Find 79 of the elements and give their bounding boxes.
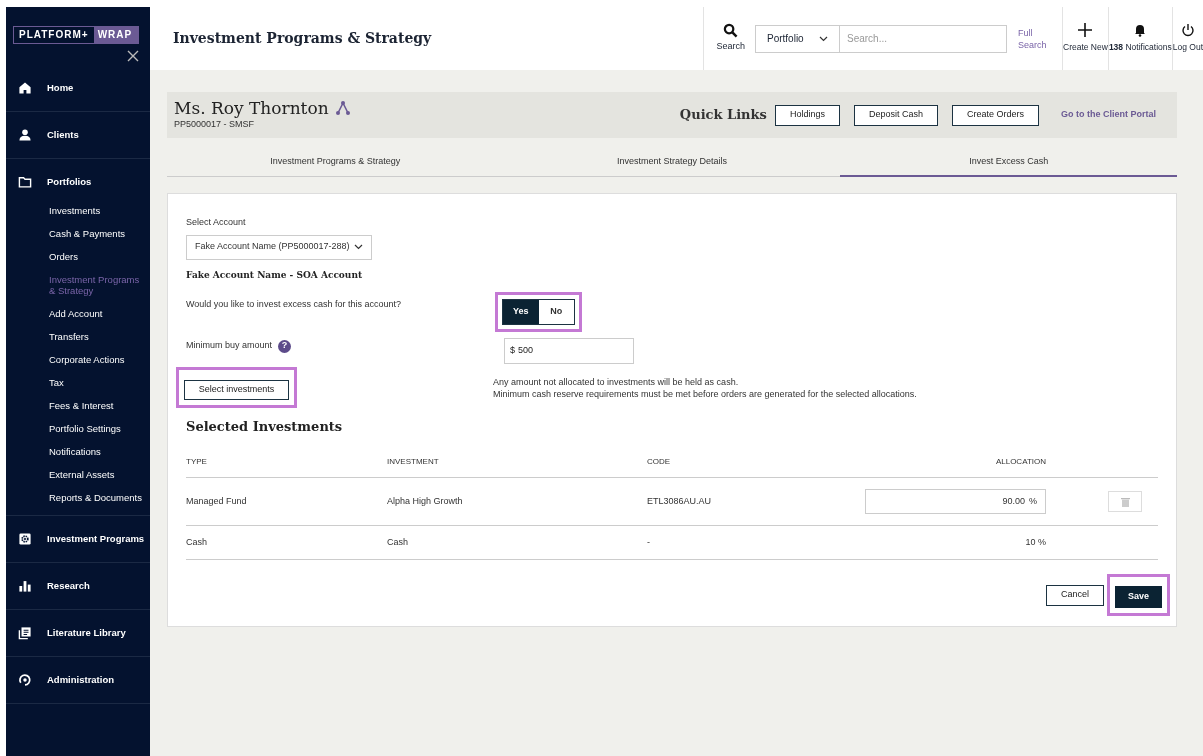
search-button[interactable]: Search [716, 23, 745, 54]
quick-link-button[interactable]: Holdings [774, 104, 840, 126]
note-text: Minimum cash reserve requirements must be met before orders are generated for the selected allocations. [493, 388, 917, 400]
chevron-icon [819, 35, 828, 42]
sidebar-item[interactable]: Home [6, 65, 150, 111]
client-portal-link[interactable]: Go to the Client Portal [1061, 108, 1156, 122]
quick-link-button[interactable]: Deposit Cash [853, 104, 938, 126]
help-icon[interactable]: ? [278, 339, 292, 353]
bar-chart-icon [18, 579, 32, 593]
page-title: Investment Programs & Strategy [172, 29, 433, 48]
column-header: TYPE [186, 456, 208, 469]
folder-icon [18, 175, 32, 189]
close-icon[interactable] [127, 50, 139, 62]
bell-icon [1133, 23, 1148, 38]
tab[interactable]: Investment Programs & Strategy [167, 148, 504, 176]
table-cell-text: 10 % [1024, 536, 1046, 549]
network-icon [334, 100, 351, 117]
sidebar-subitem[interactable]: External Assets [49, 463, 148, 486]
table-cell-text: - [647, 536, 651, 549]
cancel-button[interactable]: Cancel [1046, 584, 1104, 606]
amount-field[interactable]: $ 500 [504, 338, 634, 364]
table-cell-text: ETL3086AU.AU [647, 495, 713, 508]
sidebar-subitem[interactable]: Tax [49, 371, 148, 394]
plus-icon [1078, 23, 1093, 38]
sidebar-subitem[interactable]: Add Account [49, 302, 148, 325]
field-label: Select Account [186, 216, 247, 229]
search-icon [723, 23, 739, 39]
table-cell-text: Cash [387, 536, 409, 549]
save-button[interactable]: Save [1115, 586, 1162, 608]
sidebar-subitem[interactable]: Fees & Interest [49, 394, 148, 417]
sidebar-subitem[interactable]: Orders [49, 245, 148, 268]
full-search-link[interactable]: Full Search [1018, 26, 1050, 51]
sidebar-subitem[interactable]: Transfers [49, 325, 148, 348]
sidebar-subitem[interactable]: Investment Programs & Strategy [49, 268, 148, 302]
column-header: ALLOCATION [994, 456, 1046, 469]
tab[interactable]: Invest Excess Cash [840, 148, 1177, 177]
notifications-button[interactable]: 138 Notifications [1107, 7, 1172, 70]
chevron-icon [354, 244, 363, 250]
table-cell-text: Cash [186, 536, 208, 549]
tab[interactable]: Investment Strategy Details [503, 148, 841, 176]
column-header: CODE [647, 456, 672, 469]
search-field[interactable]: Search... [839, 24, 1007, 53]
table-cell-text: Managed Fund [186, 495, 248, 508]
sidebar-item[interactable]: Literature Library [6, 610, 150, 656]
circle-arrow-icon [18, 673, 32, 687]
sidebar-subitem[interactable]: Portfolio Settings [49, 417, 148, 440]
sidebar-subitem[interactable]: Cash & Payments [49, 222, 148, 245]
table-cell-text: Alpha High Growth [387, 495, 464, 508]
documents-icon [18, 626, 32, 640]
select-investments-button[interactable]: Select investments [184, 379, 289, 400]
column-header: INVESTMENT [387, 456, 440, 469]
question-text: Would you like to invest excess cash for this account? [186, 298, 402, 311]
power-icon [1180, 23, 1195, 38]
sidebar-item[interactable]: Administration [6, 657, 150, 703]
section-title: Selected Investments [186, 417, 344, 436]
create-new-button[interactable]: Create New [1062, 7, 1108, 70]
sidebar-item[interactable]: Research [6, 563, 150, 609]
account-heading: Fake Account Name - SOA Account [186, 268, 364, 282]
scope-dropdown[interactable]: Portfolio [755, 24, 840, 53]
home-icon [18, 81, 32, 95]
trash-icon [1120, 496, 1130, 507]
log-out-button[interactable]: Log Out [1171, 7, 1203, 70]
quick-links-title: Quick Links [679, 106, 767, 125]
sidebar-subitem[interactable]: Reports & Documents [49, 486, 148, 509]
client-id: PP5000017 - SMSF [174, 118, 256, 132]
toggle-option[interactable]: Yes [503, 300, 539, 324]
note-text: Any amount not allocated to investments will be held as cash. [493, 376, 740, 388]
logo: PLATFORM+ WRAP [13, 26, 139, 44]
sidebar-subitem[interactable]: Notifications [49, 440, 148, 463]
sidebar-subitem[interactable]: Corporate Actions [49, 348, 148, 371]
quick-link-button[interactable]: Create Orders [951, 104, 1039, 126]
field-label: Minimum buy amount [186, 339, 273, 353]
person-icon [18, 128, 32, 142]
sidebar-item[interactable]: Clients [6, 112, 150, 158]
account-dropdown[interactable]: Fake Account Name (PP5000017-288) [186, 234, 372, 260]
client-name: Ms. Roy Thornton [174, 98, 329, 119]
allocation-field[interactable]: 90.00 % [865, 489, 1046, 515]
sidebar-item[interactable]: Investment Programs [6, 516, 150, 562]
gear-icon [18, 532, 32, 546]
